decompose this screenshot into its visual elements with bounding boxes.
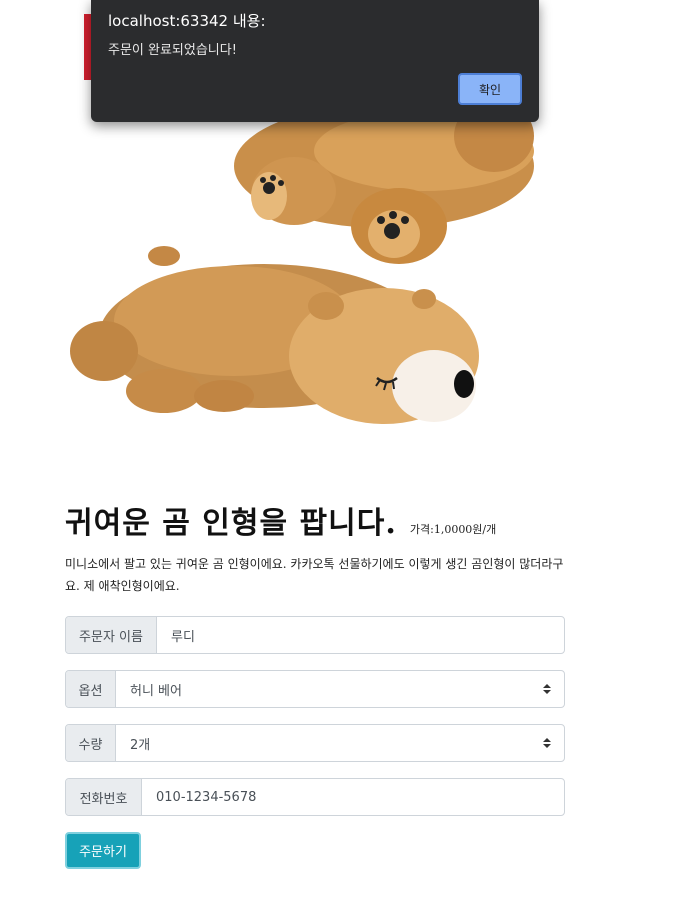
- orderer-name-input[interactable]: 루디: [157, 617, 564, 653]
- alert-dialog: localhost:63342 내용: 주문이 완료되었습니다! 확인: [91, 0, 539, 122]
- option-label: 옵션: [66, 671, 116, 707]
- select-caret-icon: [543, 684, 551, 694]
- orderer-name-label: 주문자 이름: [66, 617, 157, 653]
- option-select[interactable]: 허니 베어: [116, 671, 564, 707]
- quantity-group: 수량 2개: [65, 724, 565, 762]
- phone-group: 전화번호 010-1234-5678: [65, 778, 565, 816]
- phone-input[interactable]: 010-1234-5678: [142, 779, 564, 815]
- quantity-selected-value: 2개: [130, 737, 151, 753]
- select-caret-icon: [543, 738, 551, 748]
- product-image: [64, 96, 558, 460]
- alert-title: localhost:63342 내용:: [108, 12, 266, 30]
- phone-label: 전화번호: [66, 779, 142, 815]
- quantity-label: 수량: [66, 725, 116, 761]
- quantity-select[interactable]: 2개: [116, 725, 564, 761]
- order-button[interactable]: 주문하기: [65, 832, 141, 869]
- alert-message: 주문이 완료되었습니다!: [108, 43, 237, 58]
- product-description: 미니소에서 팔고 있는 귀여운 곰 인형이에요. 카카오톡 선물하기에도 이렇게…: [65, 557, 564, 593]
- product-headline: 귀여운 곰 인형을 팝니다. 가격:1,0000원/개: [65, 498, 496, 542]
- product-price: 가격:1,0000원/개: [409, 523, 497, 536]
- option-group: 옵션 허니 베어: [65, 670, 565, 708]
- option-selected-value: 허니 베어: [130, 683, 182, 699]
- alert-ok-button[interactable]: 확인: [458, 73, 522, 105]
- product-title: 귀여운 곰 인형을 팝니다.: [65, 506, 397, 541]
- orderer-name-group: 주문자 이름 루디: [65, 616, 565, 654]
